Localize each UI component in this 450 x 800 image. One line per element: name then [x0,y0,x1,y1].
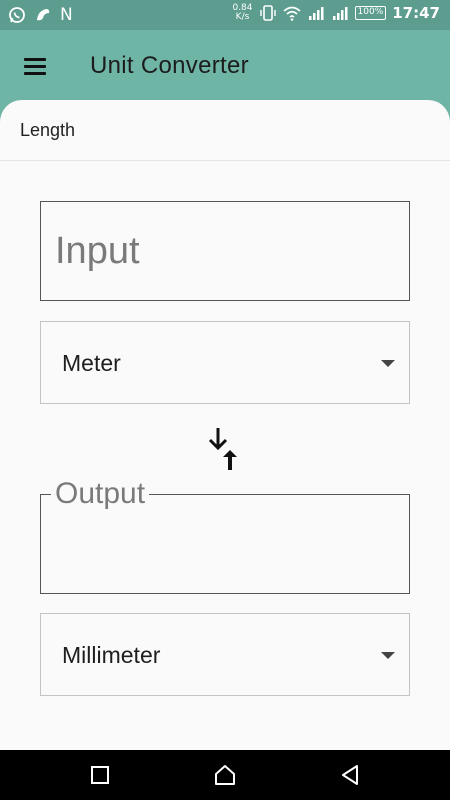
navigation-bar [0,750,450,800]
input-placeholder: Input [55,230,140,272]
input-field[interactable]: Input [40,201,410,301]
signal-icon [308,7,324,20]
from-unit-value: Meter [62,350,121,376]
home-icon[interactable] [213,763,237,787]
dropdown-arrow-icon [381,360,395,367]
status-bar-left: N [8,5,73,25]
dropdown-arrow-icon [381,652,395,659]
output-label: Output [51,479,150,509]
app-bar: Unit Converter [0,30,450,102]
n-icon: N [60,5,73,25]
status-bar: N 0.84 K/s 100% 17:47 [0,0,450,30]
signal-icon [332,7,348,20]
whatsapp-icon [9,7,25,23]
to-unit-dropdown[interactable]: Millimeter [40,613,410,696]
network-speed-unit: K/s [235,12,250,22]
hamburger-menu-icon[interactable] [14,44,58,88]
section-header: Length [0,100,450,161]
content-card: Length Input Meter Output Millimeter [0,100,450,750]
battery-icon: 100% [354,6,387,20]
section-title: Length [20,120,76,140]
bird-icon [37,9,50,21]
app-title: Unit Converter [90,52,249,79]
recent-apps-icon[interactable] [88,763,112,787]
network-speed: 0.84 K/s [232,4,252,22]
swap-arrows-icon[interactable] [206,426,242,472]
back-icon[interactable] [338,763,362,787]
status-bar-right: 0.84 K/s 100% 17:47 [232,4,440,23]
wifi-icon [282,6,301,21]
clock: 17:47 [392,4,440,22]
vibrate-icon [259,5,276,21]
to-unit-value: Millimeter [62,642,161,668]
from-unit-dropdown[interactable]: Meter [40,321,410,404]
output-field[interactable]: Output [40,479,410,594]
